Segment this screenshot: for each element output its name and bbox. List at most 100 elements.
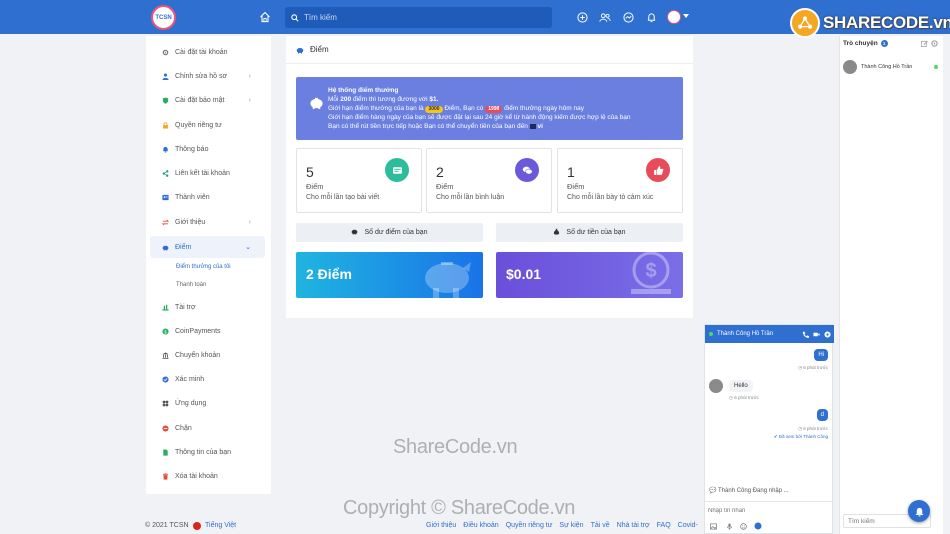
sidebar-item-sponsor[interactable]: Tài trợ [150, 297, 265, 317]
create-plus-icon[interactable] [574, 9, 590, 25]
emoji-icon[interactable] [739, 522, 747, 530]
message-bubble-sent: d [816, 409, 828, 421]
banner-text-part: Điểm, Bạn có [444, 105, 484, 112]
points-description: Cho mỗi lần tạo bài viết [306, 194, 380, 201]
bell-icon [915, 507, 923, 516]
footer-link-sponsors[interactable]: Nhà tài trợ [617, 522, 650, 529]
sidebar-item-notifications[interactable]: Thông báo [150, 139, 265, 159]
sidebar-item-label: Thành viên [175, 193, 210, 201]
sidebar-subitem-my-points[interactable]: Điểm thưởng của tôi [176, 264, 231, 270]
panel-header: Điểm [286, 36, 693, 64]
chevron-down-icon[interactable] [683, 14, 689, 18]
message-time: ◷ 6 phút trước [729, 395, 759, 400]
site-logo[interactable]: TCSN [151, 5, 176, 30]
piggy-bank-icon [425, 262, 471, 298]
bell-icon [162, 146, 169, 153]
gear-icon[interactable] [931, 40, 938, 47]
sidebar-item-security[interactable]: Cài đặt bảo mật › [150, 90, 265, 110]
language-switcher[interactable]: Tiếng Việt [205, 522, 236, 529]
sidebar-item-account-settings[interactable]: Cài đặt tài khoản [150, 42, 265, 62]
color-picker-icon[interactable] [754, 522, 762, 530]
points-card-post: 5 Điểm Cho mỗi lần tạo bài viết [296, 148, 422, 213]
footer-link-terms[interactable]: Điều khoản [463, 522, 498, 529]
apps-icon [162, 400, 169, 407]
points-description: Cho mỗi lần bày tỏ cảm xúc [567, 194, 654, 201]
points-balance-button[interactable]: Số dư điểm của bạn [296, 223, 483, 242]
microphone-icon[interactable] [725, 522, 733, 530]
sidebar-item-label: Quyền riêng tư [175, 121, 222, 129]
money-balance-value: $0.01 [506, 266, 542, 282]
friends-icon[interactable] [597, 9, 613, 25]
wallet-icon [529, 123, 536, 129]
edit-icon[interactable] [921, 40, 928, 47]
chat-composer [705, 501, 834, 534]
sidebar-item-referrals[interactable]: Giới thiệu › [150, 212, 265, 232]
footer-link-about[interactable]: Giới thiệu [426, 522, 456, 529]
sidebar-item-label: Cài đặt bảo mật [175, 96, 225, 104]
sidebar-item-bank-transfer[interactable]: Chuyển khoản [150, 345, 265, 365]
sharecode-logo: SHARECODE.vn [790, 8, 950, 38]
chevron-down-icon: ⌄ [245, 244, 251, 251]
footer-link-privacy[interactable]: Quyền riêng tư [506, 522, 553, 529]
footer-link-download[interactable]: Tải về [591, 522, 610, 529]
sidebar-item-members[interactable]: Thành viên [150, 187, 265, 207]
sidebar-item-blocked[interactable]: Chặn [150, 418, 265, 438]
message-bubble-received: Hello [729, 380, 753, 392]
sidebar-item-privacy[interactable]: Quyền riêng tư [150, 115, 265, 135]
sidebar-item-edit-profile[interactable]: Chỉnh sửa hồ sơ › [150, 66, 265, 86]
settings-sidebar: Cài đặt tài khoản Chỉnh sửa hồ sơ › Cài … [146, 36, 271, 494]
chevron-right-icon: › [248, 218, 251, 226]
sidebar-item-your-info[interactable]: Thông tin của bạn [150, 442, 265, 462]
money-bag-icon [553, 228, 560, 237]
chat-message-input[interactable] [708, 505, 828, 517]
user-avatar[interactable] [667, 10, 681, 24]
chat-list-panel: Trò chuyện 1 Thành Công Hồ Trần [839, 36, 943, 534]
video-call-icon[interactable] [812, 330, 820, 338]
typing-indicator-text: Thành Công Đang nhập ... [718, 488, 789, 494]
footer-link-faq[interactable]: FAQ [657, 522, 671, 529]
sidebar-item-delete-account[interactable]: Xóa tài khoản [150, 466, 265, 486]
search-bar[interactable] [285, 7, 552, 28]
piggy-bank-icon [351, 228, 358, 237]
banner-text: Hệ thống điểm thưởng Mỗi 200 điểm thì tư… [328, 86, 631, 131]
footer-link-covid[interactable]: Covid- [678, 522, 698, 529]
sidebar-item-coinpayments[interactable]: $ CoinPayments [150, 321, 265, 341]
watermark-text: ShareCode.vn [393, 436, 518, 458]
money-balance-button[interactable]: Số dư tiền của bạn [496, 223, 683, 242]
seen-status-text: Đã xem bởi Thành Công [778, 434, 828, 439]
chat-list-item[interactable]: Thành Công Hồ Trần [843, 59, 943, 75]
footer-links: Giới thiệu Điều khoản Quyền riêng tư Sự … [426, 522, 698, 529]
notification-fab[interactable] [908, 500, 930, 522]
notification-bell-icon[interactable] [643, 9, 659, 25]
banner-text-part: ví [537, 123, 543, 130]
messenger-icon[interactable] [620, 9, 636, 25]
points-balance-value: 2 Điểm [306, 266, 352, 282]
sidebar-item-linked-accounts[interactable]: Liên kết tài khoản [150, 163, 265, 183]
sidebar-item-verification[interactable]: Xác minh [150, 369, 265, 389]
watermark-copyright: Copyright © ShareCode.vn [343, 497, 576, 519]
sidebar-item-label: Chặn [175, 424, 192, 432]
sidebar-item-label: Ứng dụng [175, 399, 207, 407]
file-icon [162, 448, 169, 456]
coin-icon: $ [162, 327, 169, 335]
banner-text-part: Bạn có thể rút tiền trực tiếp hoặc Bạn c… [328, 123, 528, 130]
search-input[interactable] [304, 13, 534, 22]
points-today-badge: 1998 [485, 106, 503, 113]
sidebar-item-label: CoinPayments [175, 327, 221, 335]
trash-icon [162, 472, 169, 480]
footer-link-events[interactable]: Sự kiện [559, 522, 583, 529]
chat-header[interactable]: Thành Công Hồ Trần [705, 325, 834, 343]
online-status-dot [934, 65, 938, 69]
sidebar-item-label: Giới thiệu [175, 218, 206, 226]
sidebar-subitem-payments[interactable]: Thanh toán [176, 282, 206, 288]
image-icon[interactable] [709, 522, 717, 530]
chat-settings-icon[interactable] [823, 330, 831, 338]
message-bubble-sent: Hi [814, 349, 828, 361]
home-icon[interactable] [257, 9, 273, 25]
footer-copyright: © 2021 TCSN [145, 522, 189, 529]
chat-contact-name: Thành Công Hồ Trần [717, 331, 774, 337]
points-value: 5 [306, 164, 314, 180]
sidebar-item-points[interactable]: Điểm ⌄ [150, 236, 265, 258]
sidebar-item-apps[interactable]: Ứng dụng [150, 393, 265, 413]
phone-icon[interactable] [801, 330, 809, 338]
